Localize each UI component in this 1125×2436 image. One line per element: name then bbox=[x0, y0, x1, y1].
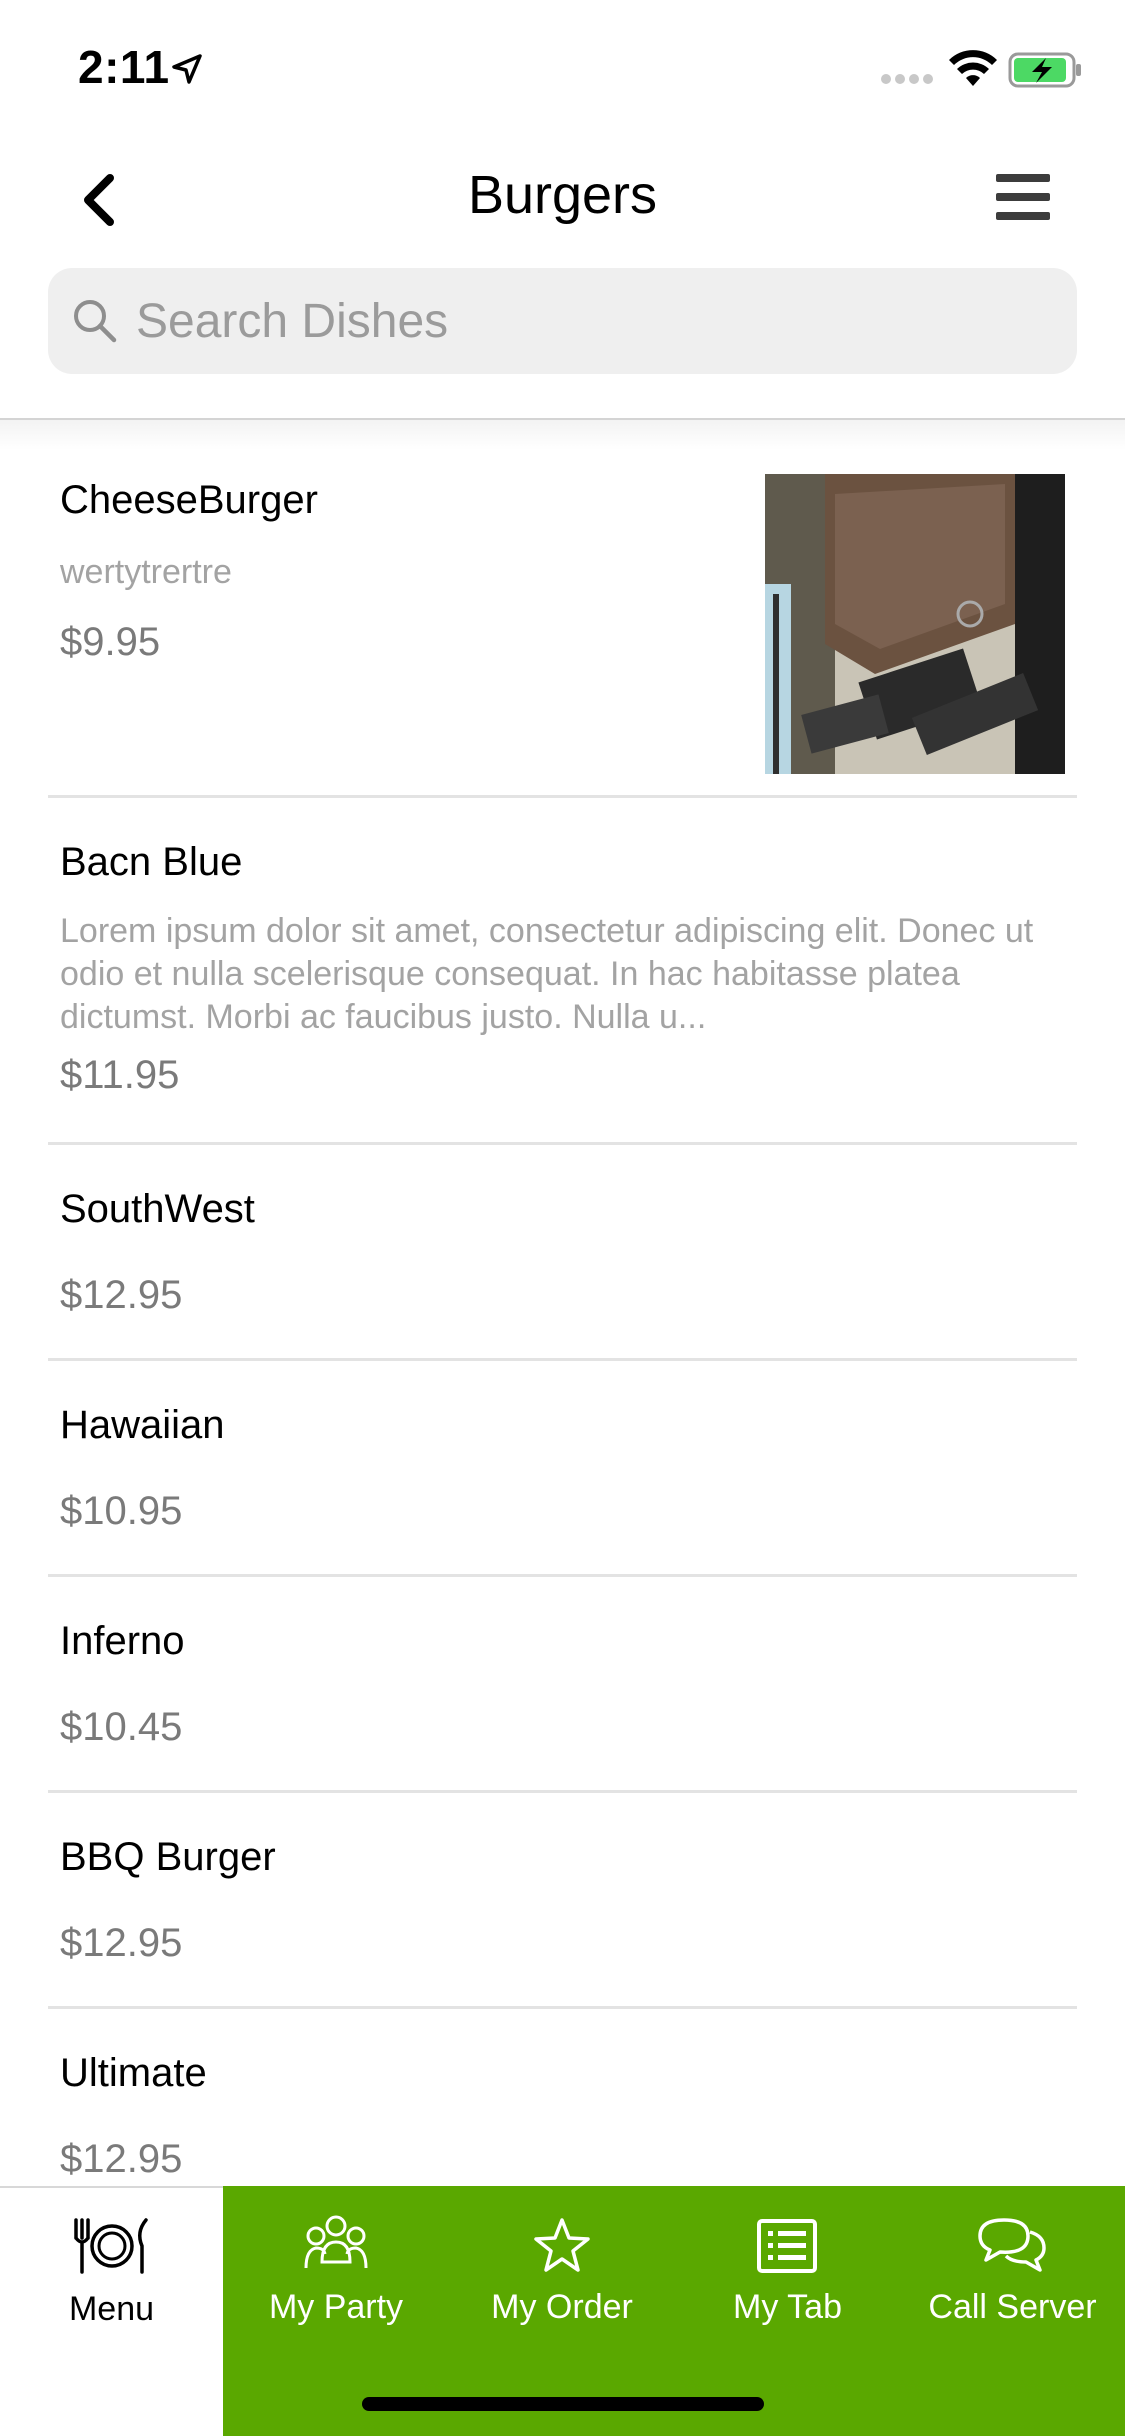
dish-item-hawaiian[interactable]: Hawaiian $10.95 bbox=[48, 1361, 1077, 1577]
dish-price: $12.95 bbox=[60, 2137, 183, 2181]
dish-name: Ultimate bbox=[60, 2051, 207, 2095]
dish-name: CheeseBurger bbox=[60, 478, 318, 522]
status-time: 2:11 bbox=[78, 41, 170, 93]
dish-name: SouthWest bbox=[60, 1187, 255, 1231]
group-icon bbox=[304, 2215, 368, 2269]
tab-label: My Order bbox=[491, 2288, 633, 2326]
dish-name: BBQ Burger bbox=[60, 1835, 276, 1879]
tab-menu[interactable]: Menu bbox=[0, 2186, 223, 2436]
home-indicator bbox=[362, 2397, 764, 2411]
hamburger-menu-icon[interactable] bbox=[996, 172, 1050, 222]
dish-name: Bacn Blue bbox=[60, 840, 243, 884]
cellular-signal-icon bbox=[881, 74, 933, 84]
dish-list[interactable]: CheeseBurger wertytrertre $9.95 Bacn Blu… bbox=[0, 420, 1125, 2186]
dish-description: wertytrertre bbox=[60, 553, 232, 591]
dish-description: Lorem ipsum dolor sit amet, consectetur … bbox=[60, 912, 1034, 1036]
dish-item-cheeseburger[interactable]: CheeseBurger wertytrertre $9.95 bbox=[48, 420, 1077, 798]
page-title: Burgers bbox=[467, 165, 658, 225]
wifi-icon bbox=[949, 50, 997, 86]
location-arrow-icon bbox=[172, 54, 202, 84]
battery-charging-icon bbox=[1008, 52, 1081, 88]
dish-item-ultimate[interactable]: Ultimate $12.95 bbox=[48, 2009, 1077, 2186]
tab-label: Call Server bbox=[928, 2288, 1097, 2326]
dish-item-southwest[interactable]: SouthWest $12.95 bbox=[48, 1145, 1077, 1361]
search-icon bbox=[74, 300, 117, 343]
tab-call-server[interactable]: Call Server bbox=[900, 2186, 1125, 2436]
receipt-list-icon bbox=[757, 2219, 817, 2273]
header-shadow bbox=[0, 420, 1125, 450]
nav-header: Burgers bbox=[0, 150, 1125, 250]
star-icon bbox=[534, 2218, 590, 2272]
screen: 2:11 Burgers Search Dishes CheeseBurger … bbox=[0, 0, 1125, 2436]
tab-label: My Tab bbox=[733, 2288, 842, 2326]
plate-cutlery-icon bbox=[74, 2218, 148, 2274]
dish-price: $10.45 bbox=[60, 1705, 183, 1749]
tab-label: Menu bbox=[68, 2290, 155, 2328]
dish-name: Inferno bbox=[60, 1619, 185, 1663]
dish-item-bbq-burger[interactable]: BBQ Burger $12.95 bbox=[48, 1793, 1077, 2009]
dish-photo bbox=[765, 474, 1065, 774]
dish-price: $10.95 bbox=[60, 1489, 183, 1533]
dish-name: Hawaiian bbox=[60, 1403, 225, 1447]
search-input[interactable] bbox=[136, 268, 1056, 374]
dish-price: $12.95 bbox=[60, 1273, 183, 1317]
dish-price: $12.95 bbox=[60, 1921, 183, 1965]
dish-item-bacn-blue[interactable]: Bacn Blue Lorem ipsum dolor sit amet, co… bbox=[48, 798, 1077, 1145]
dish-price: $11.95 bbox=[60, 1053, 180, 1097]
status-bar: 2:11 bbox=[0, 0, 1125, 135]
dish-price: $9.95 bbox=[60, 620, 161, 664]
dish-item-inferno[interactable]: Inferno $10.45 bbox=[48, 1577, 1077, 1793]
chat-bubbles-icon bbox=[978, 2218, 1046, 2272]
tab-label: My Party bbox=[268, 2288, 404, 2326]
search-bar[interactable] bbox=[48, 268, 1077, 374]
